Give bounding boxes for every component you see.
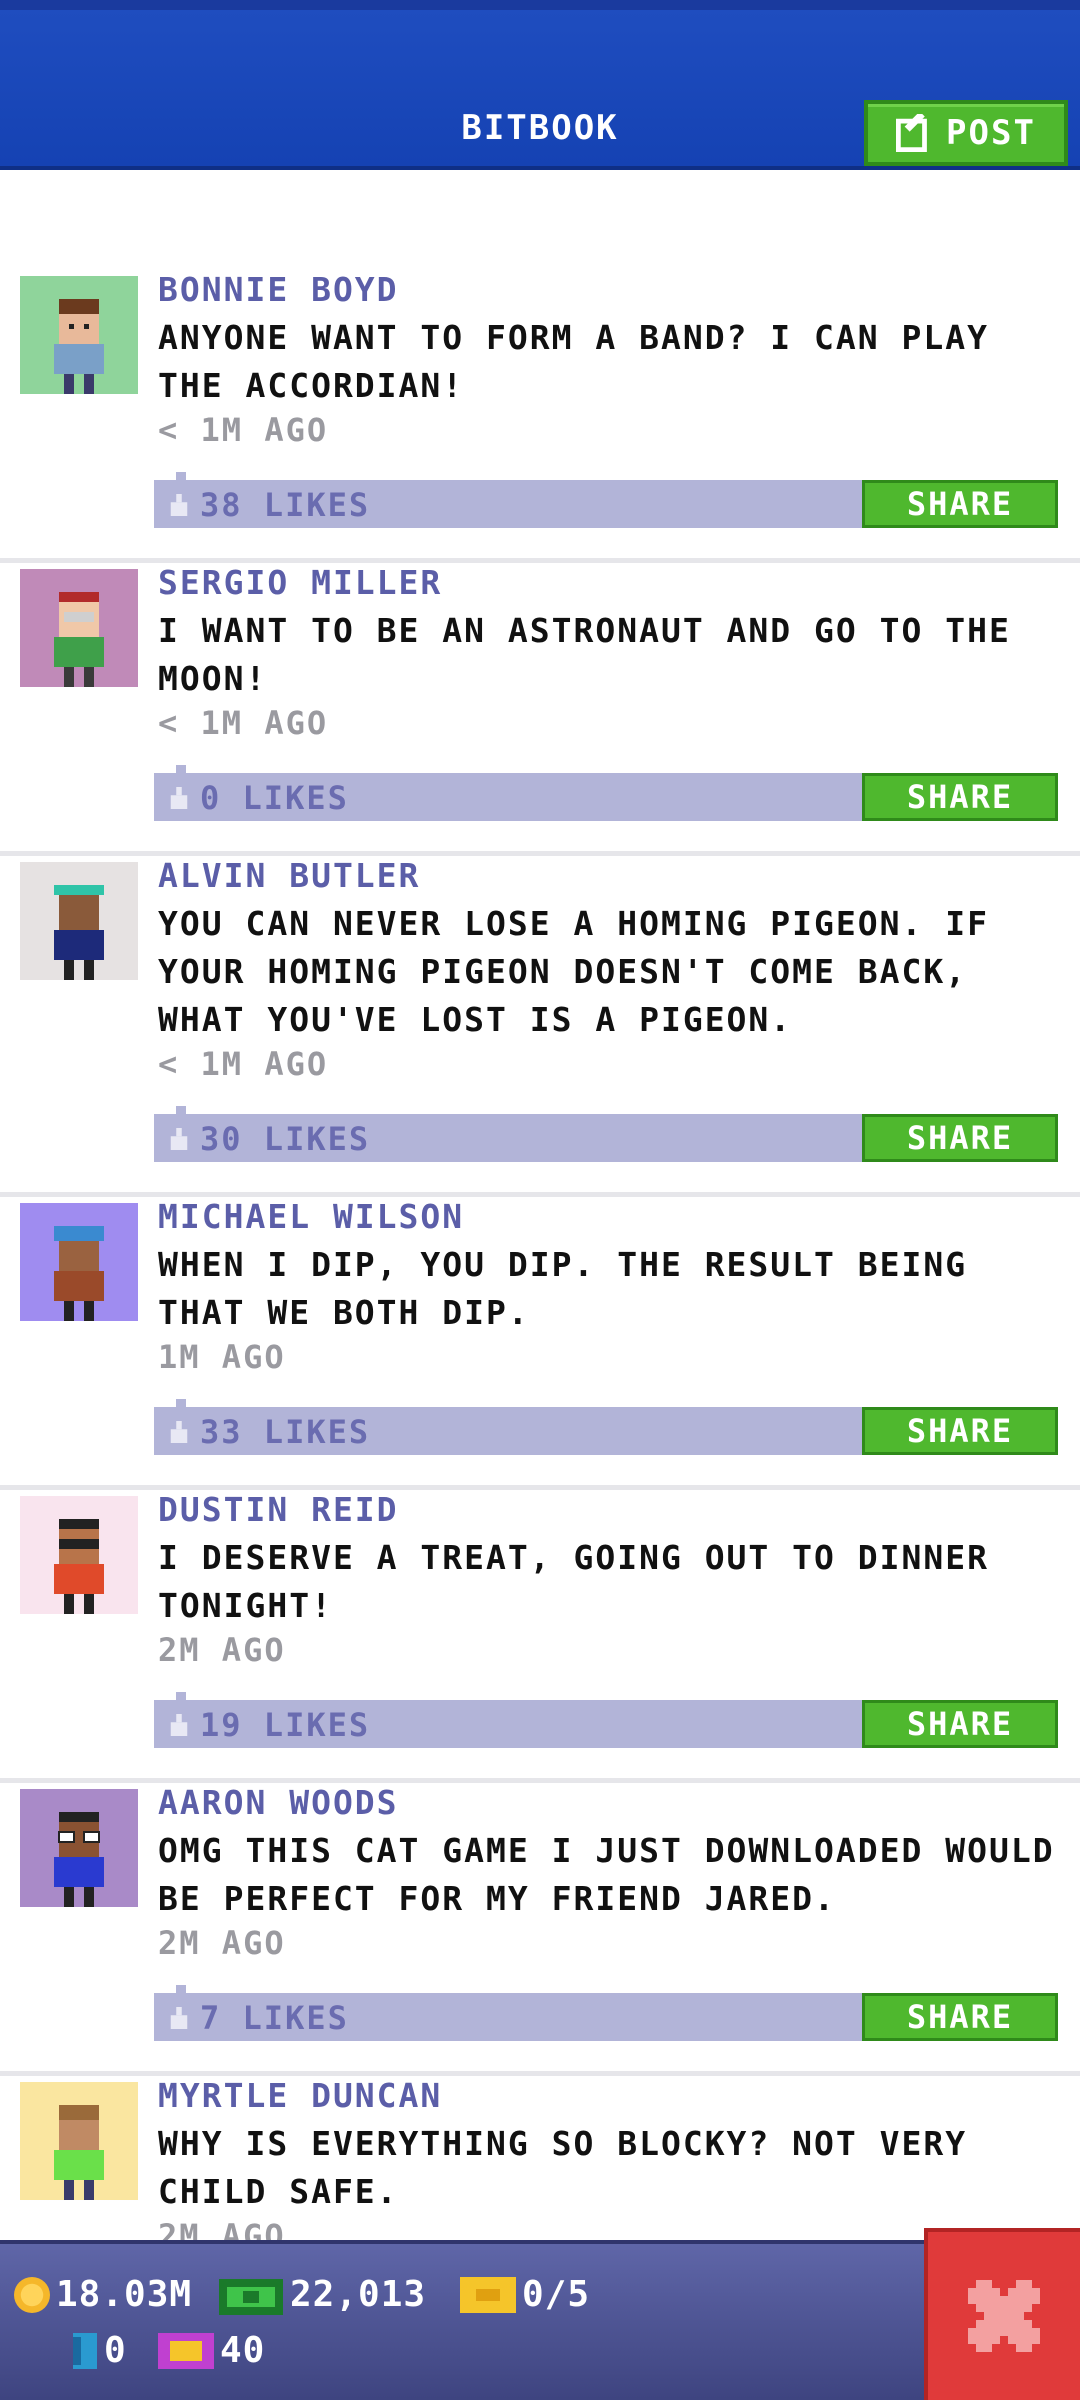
character-sprite-icon [54, 885, 104, 980]
feed-post: ALVIN BUTLER YOU CAN NEVER LOSE A HOMING… [0, 856, 1080, 1197]
post-time: < 1M AGO [158, 1045, 329, 1083]
avatar[interactable] [20, 1496, 138, 1614]
post-text: WHEN I DIP, YOU DIP. THE RESULT BEING TH… [158, 1245, 968, 1332]
bux-stat: 22,013 [218, 2274, 426, 2315]
can-icon [73, 2332, 97, 2369]
post-author[interactable]: BONNIE BOYD [158, 270, 399, 309]
thumbs-up-icon [170, 1714, 188, 1736]
feed-post: DUSTIN REID I DESERVE A TREAT, GOING OUT… [0, 1490, 1080, 1783]
close-button[interactable] [924, 2228, 1080, 2400]
status-bar: 18.03M 22,013 0/5 0 40 [0, 2240, 1080, 2400]
post-author[interactable]: ALVIN BUTLER [158, 856, 420, 895]
share-button[interactable]: SHARE [862, 773, 1058, 821]
share-button[interactable]: SHARE [862, 1407, 1058, 1455]
thumbs-up-icon [170, 1421, 188, 1443]
post-author[interactable]: SERGIO MILLER [158, 563, 442, 602]
avatar[interactable] [20, 862, 138, 980]
feed-post: BONNIE BOYD ANYONE WANT TO FORM A BAND? … [0, 270, 1080, 563]
character-sprite-icon [54, 1812, 104, 1907]
avatar[interactable] [20, 276, 138, 394]
gems-value: 40 [220, 2330, 266, 2371]
cans-stat: 0 [72, 2330, 127, 2371]
share-button[interactable]: SHARE [862, 1114, 1058, 1162]
post-time: 1M AGO [158, 1338, 286, 1376]
post-author[interactable]: AARON WOODS [158, 1783, 399, 1822]
close-icon [968, 2280, 1040, 2352]
likes-count: 7 LIKES [200, 1999, 349, 2037]
thumbs-up-icon [170, 494, 188, 516]
post-author[interactable]: MICHAEL WILSON [158, 1197, 464, 1236]
post-text: I WANT TO BE AN ASTRONAUT AND GO TO THE … [158, 611, 1011, 698]
feed-post: AARON WOODS OMG THIS CAT GAME I JUST DOW… [0, 1783, 1080, 2076]
post-author[interactable]: DUSTIN REID [158, 1490, 399, 1529]
app-header: BITBOOK POST [0, 0, 1080, 170]
post-author[interactable]: MYRTLE DUNCAN [158, 2076, 442, 2115]
post-button-label: POST [946, 113, 1036, 153]
likes-bar: 33 LIKES SHARE [154, 1399, 1058, 1455]
post-text: ANYONE WANT TO FORM A BAND? I CAN PLAY T… [158, 318, 989, 405]
share-button[interactable]: SHARE [862, 480, 1058, 528]
thumbs-up-icon [170, 2007, 188, 2029]
bux-value: 22,013 [290, 2274, 427, 2315]
share-button[interactable]: SHARE [862, 1700, 1058, 1748]
post-text: I DESERVE A TREAT, GOING OUT TO DINNER T… [158, 1538, 989, 1625]
likes-count: 30 LIKES [200, 1120, 371, 1158]
character-sprite-icon [54, 1519, 104, 1614]
character-sprite-icon [54, 1226, 104, 1321]
post-text: WHY IS EVERYTHING SO BLOCKY? NOT VERY CH… [158, 2124, 968, 2211]
ticket-icon [460, 2276, 516, 2313]
post-time: < 1M AGO [158, 704, 329, 742]
tickets-value: 0/5 [522, 2274, 591, 2315]
cans-value: 0 [104, 2330, 127, 2371]
likes-count: 38 LIKES [200, 486, 371, 524]
character-sprite-icon [54, 592, 104, 687]
bux-icon [219, 2278, 283, 2315]
feed-post: MICHAEL WILSON WHEN I DIP, YOU DIP. THE … [0, 1197, 1080, 1490]
post-time: < 1M AGO [158, 411, 329, 449]
likes-bar: 7 LIKES SHARE [154, 1985, 1058, 2041]
likes-count: 19 LIKES [200, 1706, 371, 1744]
feed-list: BONNIE BOYD ANYONE WANT TO FORM A BAND? … [0, 270, 1080, 2316]
gem-ticket-icon [158, 2332, 214, 2369]
gems-stat: 40 [158, 2330, 265, 2371]
post-text: OMG THIS CAT GAME I JUST DOWNLOADED WOUL… [158, 1831, 1055, 1918]
avatar[interactable] [20, 2082, 138, 2200]
coin-icon [14, 2276, 50, 2313]
avatar[interactable] [20, 1203, 138, 1321]
avatar[interactable] [20, 1789, 138, 1907]
avatar[interactable] [20, 569, 138, 687]
post-text: YOU CAN NEVER LOSE A HOMING PIGEON. IF Y… [158, 904, 989, 1039]
likes-count: 0 LIKES [200, 779, 349, 817]
likes-bar: 0 LIKES SHARE [154, 765, 1058, 821]
likes-count: 33 LIKES [200, 1413, 371, 1451]
post-time: 2M AGO [158, 1631, 286, 1669]
coins-value: 18.03M [56, 2274, 193, 2315]
likes-bar: 19 LIKES SHARE [154, 1692, 1058, 1748]
likes-bar: 30 LIKES SHARE [154, 1106, 1058, 1162]
character-sprite-icon [54, 2105, 104, 2200]
coins-stat: 18.03M [14, 2274, 192, 2315]
character-sprite-icon [54, 299, 104, 394]
share-button[interactable]: SHARE [862, 1993, 1058, 2041]
tickets-stat: 0/5 [460, 2274, 590, 2315]
thumbs-up-icon [170, 787, 188, 809]
feed-post: SERGIO MILLER I WANT TO BE AN ASTRONAUT … [0, 563, 1080, 856]
post-time: 2M AGO [158, 1924, 286, 1962]
post-button[interactable]: POST [864, 100, 1068, 166]
thumbs-up-icon [170, 1128, 188, 1150]
likes-bar: 38 LIKES SHARE [154, 472, 1058, 528]
edit-icon [896, 114, 927, 152]
